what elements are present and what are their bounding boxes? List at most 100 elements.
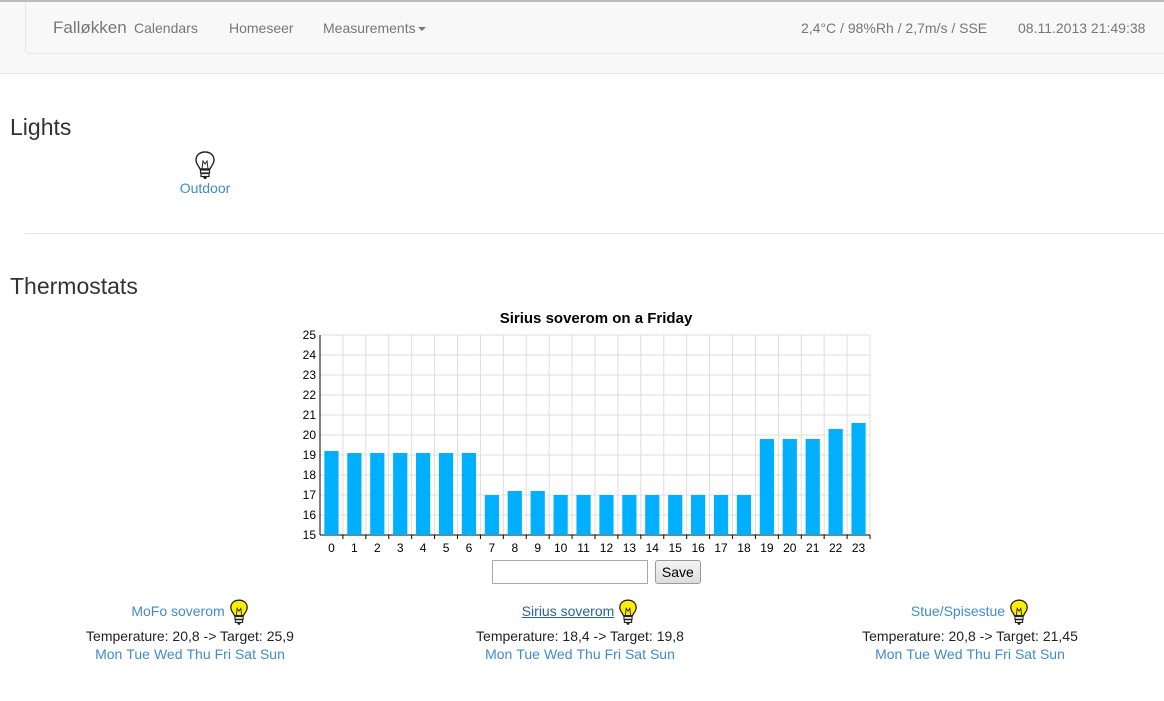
y-tick-label: 18 xyxy=(303,468,317,482)
lightbulb-on-icon[interactable] xyxy=(618,597,638,627)
nav-homeseer[interactable]: Homeseer xyxy=(229,20,294,36)
day-link-mon[interactable]: Mon xyxy=(485,646,512,662)
day-link-wed[interactable]: Wed xyxy=(154,646,183,662)
day-link-sat[interactable]: Sat xyxy=(235,646,256,662)
chart-bar[interactable] xyxy=(438,453,454,535)
chevron-down-icon xyxy=(417,27,426,32)
x-tick-label: 4 xyxy=(420,541,427,555)
chart-bar[interactable] xyxy=(668,495,683,535)
thermostat-name-link[interactable]: MoFo soverom xyxy=(131,603,224,619)
lightbulb-on-icon[interactable] xyxy=(229,597,249,627)
x-tick-label: 11 xyxy=(577,541,590,555)
light-outdoor[interactable]: Outdoor xyxy=(170,150,240,196)
day-link-sun[interactable]: Sun xyxy=(1040,646,1065,662)
top-bar: Falløkken Calendars Homeseer Measurement… xyxy=(0,0,1164,74)
day-link-wed[interactable]: Wed xyxy=(934,646,963,662)
x-tick-label: 14 xyxy=(646,541,660,555)
chart-bar[interactable] xyxy=(805,439,820,535)
lightbulb-off-icon[interactable] xyxy=(194,150,216,180)
day-link-tue[interactable]: Tue xyxy=(906,646,930,662)
y-tick-label: 17 xyxy=(303,488,317,502)
light-outdoor-label[interactable]: Outdoor xyxy=(180,180,231,196)
lights-heading: Lights xyxy=(10,114,72,140)
chart-bar[interactable] xyxy=(828,429,843,535)
nav-measurements-dropdown[interactable]: Measurements xyxy=(323,20,426,36)
y-tick-label: 21 xyxy=(303,408,317,422)
x-tick-label: 2 xyxy=(374,541,381,555)
datetime-readout: 08.11.2013 21:49:38 xyxy=(1018,20,1146,36)
thermostat-mofo-soverom: MoFo soverom Temperature: 20,8 -> Target… xyxy=(20,596,360,662)
setpoint-input[interactable] xyxy=(492,560,648,584)
nav-measurements-label: Measurements xyxy=(323,20,416,36)
save-row: Save xyxy=(492,560,701,584)
x-tick-label: 3 xyxy=(397,541,404,555)
chart-bar[interactable] xyxy=(324,451,339,535)
day-links: Mon Tue Wed Thu Fri Sat Sun xyxy=(410,646,750,662)
day-link-mon[interactable]: Mon xyxy=(95,646,122,662)
chart-bar[interactable] xyxy=(576,495,591,535)
day-link-fri[interactable]: Fri xyxy=(215,646,231,662)
chart-bar[interactable] xyxy=(370,453,385,535)
brand-link[interactable]: Falløkken xyxy=(53,18,127,38)
chart-bar[interactable] xyxy=(347,453,362,535)
x-tick-label: 0 xyxy=(328,541,335,555)
navbar: Falløkken Calendars Homeseer Measurement… xyxy=(25,2,1164,54)
day-links: Mon Tue Wed Thu Fri Sat Sun xyxy=(800,646,1140,662)
day-link-thu[interactable]: Thu xyxy=(187,646,211,662)
day-link-thu[interactable]: Thu xyxy=(577,646,601,662)
x-tick-label: 15 xyxy=(669,541,683,555)
chart-bar[interactable] xyxy=(782,439,797,535)
weather-readout: 2,4°C / 98%Rh / 2,7m/s / SSE xyxy=(801,20,988,36)
save-button[interactable]: Save xyxy=(654,560,701,584)
y-tick-label: 24 xyxy=(303,348,317,362)
chart-bar[interactable] xyxy=(393,453,408,535)
nav-calendars[interactable]: Calendars xyxy=(134,20,198,36)
y-tick-label: 25 xyxy=(303,328,317,342)
day-link-sat[interactable]: Sat xyxy=(625,646,646,662)
x-tick-label: 16 xyxy=(691,541,705,555)
chart-bar[interactable] xyxy=(530,491,545,535)
chart-bar[interactable] xyxy=(759,439,774,535)
day-link-sun[interactable]: Sun xyxy=(650,646,675,662)
chart-bar[interactable] xyxy=(461,453,477,535)
thermostat-temperature: Temperature: 20,8 -> Target: 25,9 xyxy=(86,628,294,644)
day-link-fri[interactable]: Fri xyxy=(995,646,1011,662)
thermostats-heading: Thermostats xyxy=(10,273,138,299)
chart-bar[interactable] xyxy=(507,491,522,535)
chart-bar[interactable] xyxy=(713,495,729,535)
x-tick-label: 1 xyxy=(351,541,358,555)
thermostat-name-link[interactable]: Stue/Spisestue xyxy=(911,603,1005,619)
chart-bar[interactable] xyxy=(599,495,614,535)
x-tick-label: 18 xyxy=(737,541,751,555)
lightbulb-on-icon[interactable] xyxy=(1009,597,1029,627)
x-tick-label: 8 xyxy=(511,541,518,555)
day-link-tue[interactable]: Tue xyxy=(516,646,540,662)
x-tick-label: 10 xyxy=(554,541,568,555)
chart-bar[interactable] xyxy=(484,495,499,535)
x-tick-label: 6 xyxy=(466,541,473,555)
thermostat-name-link[interactable]: Sirius soverom xyxy=(522,603,615,619)
chart-bar[interactable] xyxy=(622,495,637,535)
x-tick-label: 22 xyxy=(829,541,843,555)
x-tick-label: 19 xyxy=(760,541,774,555)
day-link-fri[interactable]: Fri xyxy=(605,646,621,662)
y-tick-label: 15 xyxy=(303,528,317,542)
day-link-mon[interactable]: Mon xyxy=(875,646,902,662)
chart-bar[interactable] xyxy=(645,495,660,535)
day-link-thu[interactable]: Thu xyxy=(967,646,991,662)
x-tick-label: 23 xyxy=(852,541,866,555)
day-link-sun[interactable]: Sun xyxy=(260,646,285,662)
thermostat-stue-spisestue: Stue/Spisestue Temperature: 20,8 -> Targ… xyxy=(800,596,1140,662)
y-tick-label: 23 xyxy=(303,368,317,382)
chart-bar[interactable] xyxy=(736,495,752,535)
day-links: Mon Tue Wed Thu Fri Sat Sun xyxy=(20,646,360,662)
x-tick-label: 21 xyxy=(806,541,820,555)
day-link-sat[interactable]: Sat xyxy=(1015,646,1036,662)
chart-bar[interactable] xyxy=(851,423,866,535)
chart-bar[interactable] xyxy=(553,495,568,535)
day-link-tue[interactable]: Tue xyxy=(126,646,150,662)
chart-bar[interactable] xyxy=(416,453,431,535)
day-link-wed[interactable]: Wed xyxy=(544,646,573,662)
chart-bar[interactable] xyxy=(691,495,706,535)
y-tick-label: 22 xyxy=(303,388,317,402)
